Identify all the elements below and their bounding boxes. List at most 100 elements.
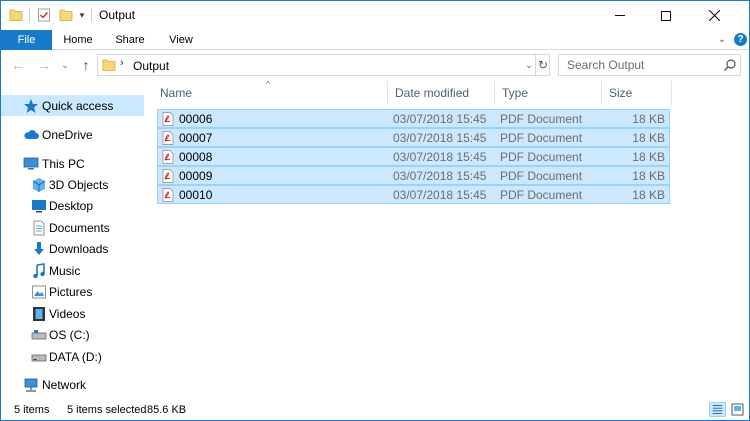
tab-share[interactable]: Share bbox=[105, 30, 155, 50]
cube-icon bbox=[32, 178, 46, 192]
sidebar-item-onedrive[interactable]: OneDrive bbox=[1, 124, 144, 145]
sidebar-item-network[interactable]: Network bbox=[1, 374, 144, 395]
pictures-icon bbox=[32, 285, 46, 299]
recent-locations-chevron-icon[interactable]: ⌄ bbox=[59, 56, 71, 74]
sidebar-item-this-pc[interactable]: This PC bbox=[1, 153, 144, 174]
sidebar-item-label: Downloads bbox=[49, 242, 109, 256]
download-icon bbox=[34, 242, 44, 255]
file-size: 18 KB bbox=[632, 112, 665, 126]
pdf-file-icon bbox=[162, 169, 174, 183]
cloud-icon bbox=[24, 130, 39, 139]
file-row[interactable]: 00008 03/07/2018 15:45 PDF Document 18 K… bbox=[157, 147, 670, 166]
up-arrow-icon[interactable]: ↑ bbox=[77, 56, 95, 74]
close-button[interactable] bbox=[691, 1, 737, 30]
sidebar-item-label: This PC bbox=[42, 157, 85, 171]
file-type: PDF Document bbox=[500, 188, 583, 202]
file-row[interactable]: 00010 03/07/2018 15:45 PDF Document 18 K… bbox=[157, 185, 670, 204]
sidebar-item-label: OS (C:) bbox=[49, 328, 90, 342]
computer-icon bbox=[23, 157, 39, 170]
large-icons-view-icon[interactable] bbox=[729, 402, 746, 417]
file-name: 00008 bbox=[179, 150, 213, 164]
customize-toolbar-chevron-icon[interactable]: ▾ bbox=[77, 7, 87, 23]
pdf-file-icon bbox=[162, 112, 174, 126]
column-header-date-modified[interactable]: Date modified bbox=[388, 81, 495, 105]
sidebar-item-label: Pictures bbox=[49, 285, 93, 299]
sidebar-item-label: Desktop bbox=[49, 199, 94, 213]
desktop-icon bbox=[32, 200, 46, 213]
search-input[interactable] bbox=[559, 55, 719, 75]
sidebar-item-pictures[interactable]: Pictures bbox=[1, 281, 144, 302]
file-list: Name ^ Date modified Type Size 00006 03/… bbox=[153, 79, 749, 398]
minimize-button[interactable] bbox=[597, 1, 643, 30]
network-icon bbox=[24, 378, 38, 392]
file-row[interactable]: 00007 03/07/2018 15:45 PDF Document 18 K… bbox=[157, 128, 670, 147]
title-separator bbox=[91, 8, 92, 22]
file-size: 18 KB bbox=[632, 150, 665, 164]
forward-arrow-icon[interactable]: → bbox=[35, 56, 53, 74]
expand-ribbon-chevron-icon[interactable]: ⌄ bbox=[715, 32, 729, 48]
folder-icon bbox=[102, 59, 116, 71]
properties-icon[interactable] bbox=[37, 7, 51, 23]
sidebar-item-3d-objects[interactable]: 3D Objects bbox=[1, 174, 144, 195]
new-folder-icon[interactable] bbox=[59, 7, 73, 23]
file-row[interactable]: 00006 03/07/2018 15:45 PDF Document 18 K… bbox=[157, 109, 670, 128]
file-type: PDF Document bbox=[500, 169, 583, 183]
sidebar-item-downloads[interactable]: Downloads bbox=[1, 238, 144, 259]
breadcrumb-output[interactable]: Output bbox=[133, 59, 169, 73]
file-date-modified: 03/07/2018 15:45 bbox=[393, 188, 487, 202]
window-title: Output bbox=[99, 8, 136, 22]
close-icon bbox=[708, 10, 720, 21]
file-name: 00006 bbox=[179, 112, 213, 126]
details-view-icon[interactable] bbox=[709, 402, 726, 417]
title-bar[interactable]: ▾ Output bbox=[1, 1, 749, 30]
file-type: PDF Document bbox=[500, 112, 583, 126]
pdf-file-icon bbox=[162, 131, 174, 145]
sidebar-item-data-d[interactable]: DATA (D:) bbox=[1, 346, 144, 367]
sort-ascending-icon: ^ bbox=[266, 79, 271, 89]
search-icon[interactable] bbox=[723, 58, 737, 72]
folder-icon[interactable] bbox=[9, 7, 23, 23]
status-selected-size: 85.6 KB bbox=[147, 404, 187, 416]
file-size: 18 KB bbox=[632, 188, 665, 202]
file-date-modified: 03/07/2018 15:45 bbox=[393, 169, 487, 183]
address-bar[interactable]: › Output ⌄ ↻ bbox=[97, 54, 550, 76]
sidebar-item-label: OneDrive bbox=[42, 128, 93, 142]
sidebar-item-label: Network bbox=[42, 378, 87, 392]
refresh-icon[interactable]: ↻ bbox=[535, 55, 550, 75]
status-bar: 5 items 5 items selected 85.6 KB bbox=[1, 399, 749, 420]
sidebar-item-desktop[interactable]: Desktop bbox=[1, 195, 144, 216]
file-name: 00010 bbox=[179, 188, 213, 202]
maximize-button[interactable] bbox=[643, 1, 689, 30]
document-icon bbox=[33, 220, 45, 236]
status-item-count: 5 items bbox=[14, 404, 50, 416]
sidebar-item-music[interactable]: Music bbox=[1, 260, 144, 281]
minimize-icon bbox=[615, 15, 625, 16]
file-date-modified: 03/07/2018 15:45 bbox=[393, 150, 487, 164]
file-row[interactable]: 00009 03/07/2018 15:45 PDF Document 18 K… bbox=[157, 166, 670, 185]
file-type: PDF Document bbox=[500, 131, 583, 145]
star-icon bbox=[24, 99, 38, 113]
tab-home[interactable]: Home bbox=[54, 30, 102, 50]
tab-file[interactable]: File bbox=[1, 30, 52, 50]
sidebar-item-label: Music bbox=[49, 264, 81, 278]
pdf-file-icon bbox=[162, 188, 174, 202]
status-selected-count: 5 items selected bbox=[67, 404, 147, 416]
video-icon bbox=[33, 307, 45, 321]
breadcrumb-chevron-icon[interactable]: › bbox=[120, 57, 124, 69]
help-icon[interactable]: ? bbox=[734, 33, 747, 46]
sidebar-item-documents[interactable]: Documents bbox=[1, 217, 144, 238]
sidebar-item-os-c[interactable]: OS (C:) bbox=[1, 324, 144, 345]
ribbon-tabs: File Home Share View ⌄ ? bbox=[1, 30, 749, 50]
sidebar-item-label: 3D Objects bbox=[49, 178, 109, 192]
back-arrow-icon[interactable]: ← bbox=[9, 56, 27, 74]
sidebar-item-label: Quick access bbox=[42, 99, 114, 113]
tab-view[interactable]: View bbox=[159, 30, 203, 50]
sidebar-item-videos[interactable]: Videos bbox=[1, 303, 144, 324]
column-header-name[interactable]: Name ^ bbox=[153, 79, 388, 105]
sidebar-item-quick-access[interactable]: Quick access bbox=[1, 95, 144, 116]
column-header-type[interactable]: Type bbox=[495, 81, 602, 105]
file-date-modified: 03/07/2018 15:45 bbox=[393, 131, 487, 145]
column-label: Name bbox=[160, 86, 193, 100]
column-header-size[interactable]: Size bbox=[602, 81, 672, 105]
address-dropdown-chevron-icon[interactable]: ⌄ bbox=[523, 58, 535, 72]
